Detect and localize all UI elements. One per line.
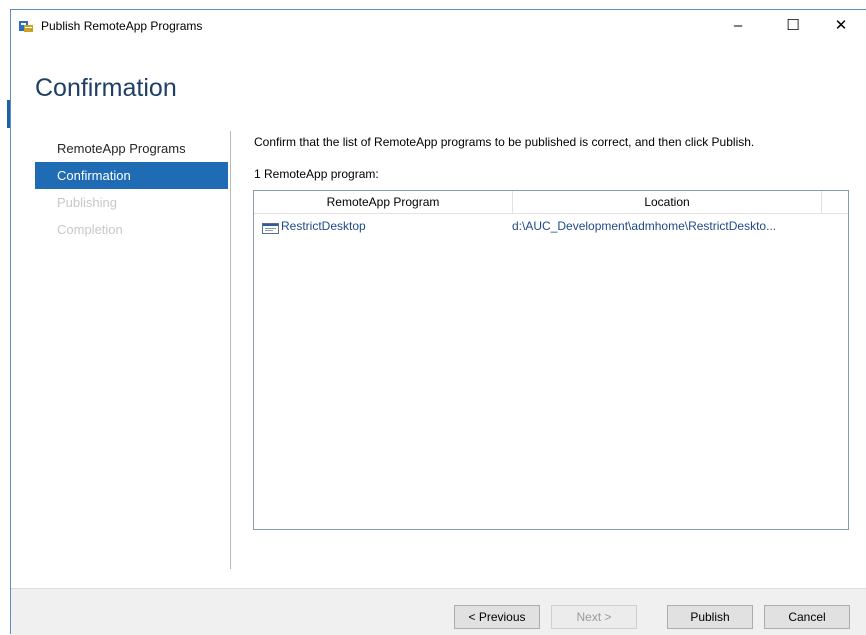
column-header-location[interactable]: Location	[513, 191, 822, 214]
button-bar: < Previous Next > Publish Cancel	[11, 588, 866, 635]
remoteapp-icon	[18, 19, 34, 33]
close-button[interactable]: ✕	[819, 10, 863, 40]
list-header: RemoteApp Program Location	[254, 191, 848, 214]
list-item[interactable]: RestrictDesktop d:\AUC_Development\admho…	[254, 215, 848, 237]
nav-divider	[230, 131, 231, 569]
publish-button[interactable]: Publish	[667, 605, 753, 629]
nav-item-completion: Completion	[57, 222, 123, 237]
cancel-button[interactable]: Cancel	[764, 605, 850, 629]
window-title: Publish RemoteApp Programs	[41, 19, 203, 33]
instruction-text: Confirm that the list of RemoteApp progr…	[254, 135, 755, 149]
background-window-edge	[0, 0, 10, 634]
minimize-button[interactable]: –	[716, 10, 760, 40]
program-name: RestrictDesktop	[281, 219, 366, 233]
page-title: Confirmation	[35, 74, 177, 102]
nav-item-publishing: Publishing	[57, 195, 117, 210]
program-count-label: 1 RemoteApp program:	[254, 167, 379, 181]
next-button[interactable]: Next >	[551, 605, 637, 629]
application-icon	[262, 221, 279, 234]
program-location: d:\AUC_Development\admhome\RestrictDeskt…	[512, 219, 777, 233]
nav-item-remoteapp-programs[interactable]: RemoteApp Programs	[35, 135, 228, 162]
previous-button[interactable]: < Previous	[454, 605, 540, 629]
publish-dialog: Publish RemoteApp Programs – ☐ ✕ Confirm…	[10, 9, 866, 635]
maximize-button[interactable]: ☐	[771, 10, 815, 40]
wizard-step-nav: RemoteApp Programs Confirmation Publishi…	[35, 135, 228, 243]
program-list[interactable]: RemoteApp Program Location RestrictDeskt…	[253, 190, 849, 530]
column-header-program[interactable]: RemoteApp Program	[254, 191, 513, 214]
title-bar[interactable]: Publish RemoteApp Programs – ☐ ✕	[11, 10, 866, 43]
nav-item-confirmation[interactable]: Confirmation	[35, 162, 228, 189]
